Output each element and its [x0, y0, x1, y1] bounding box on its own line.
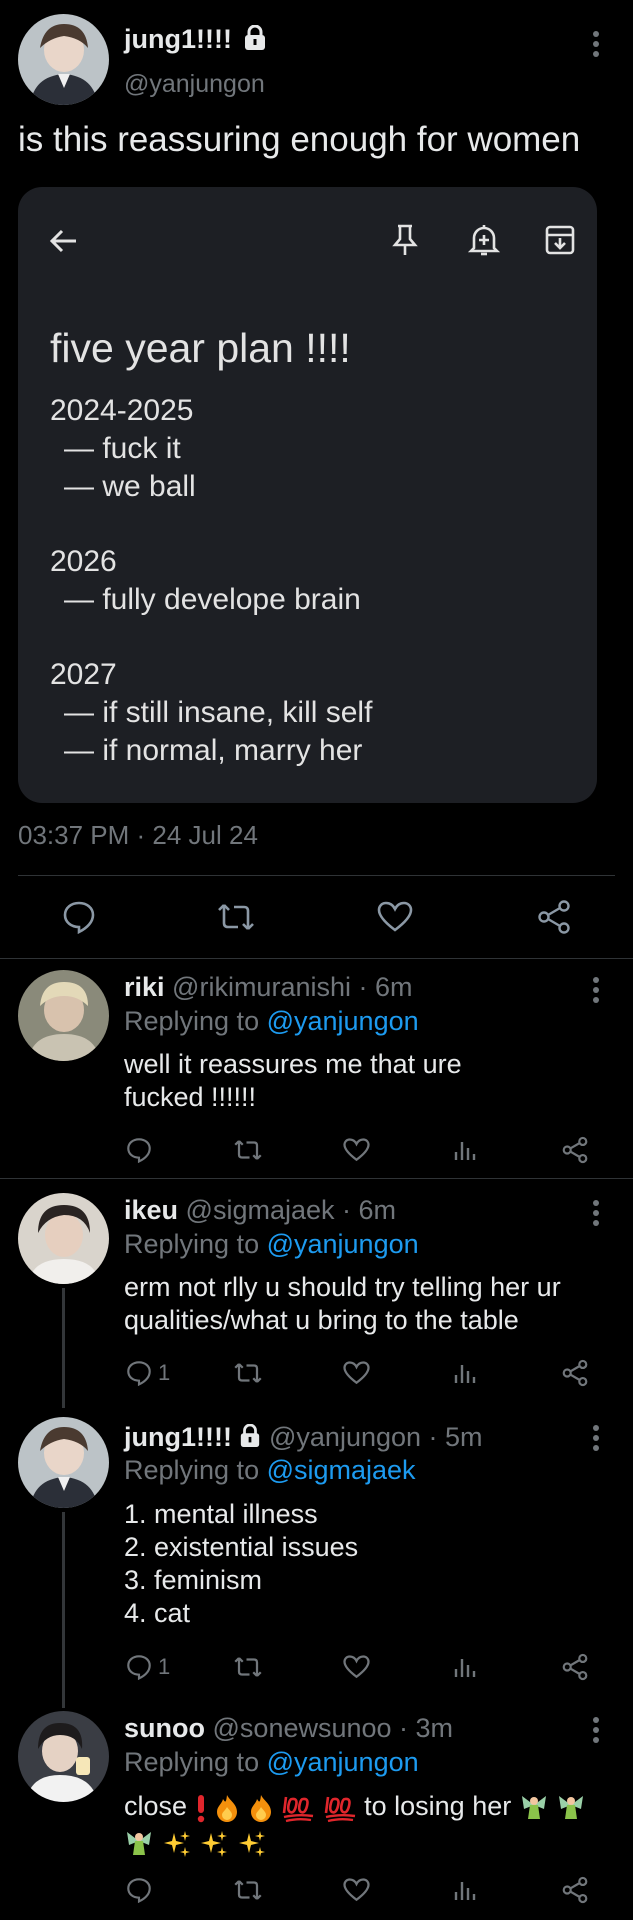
- more-vertical-icon[interactable]: [584, 1199, 608, 1227]
- views-icon[interactable]: [454, 1138, 478, 1162]
- more-vertical-icon[interactable]: [584, 1716, 608, 1744]
- reply-author-name[interactable]: riki: [124, 972, 165, 1002]
- avatar[interactable]: [18, 1711, 109, 1802]
- note-line: 2027: [50, 658, 117, 691]
- thread-connector: [62, 1512, 65, 1708]
- reply-meta[interactable]: jung1!!!! @yanjungon · 5m: [124, 1422, 483, 1453]
- retweet-icon[interactable]: [233, 1361, 263, 1385]
- heart-icon[interactable]: [343, 1138, 370, 1162]
- attached-note-image[interactable]: five year plan !!!! 2024-2025 — fuck it …: [18, 187, 597, 803]
- fairy-emoji: [521, 1795, 546, 1819]
- reply-handle-time: @yanjungon · 5m: [269, 1422, 483, 1452]
- reply-count: 1: [158, 1654, 171, 1679]
- views-icon[interactable]: [454, 1361, 478, 1385]
- share-icon[interactable]: [561, 1359, 589, 1387]
- lock-icon: [245, 24, 266, 50]
- reply-meta[interactable]: ikeu @sigmajaek · 6m: [124, 1195, 396, 1226]
- share-icon[interactable]: [561, 1653, 589, 1681]
- reply-icon[interactable]: [126, 1877, 152, 1903]
- note-line: — fuck it: [64, 432, 181, 465]
- fairy-emoji: [559, 1795, 584, 1819]
- replying-to-link[interactable]: @yanjungon: [267, 1747, 419, 1777]
- views-icon[interactable]: [454, 1655, 478, 1679]
- fire-emoji: [250, 1794, 271, 1822]
- thread-connector: [62, 1288, 65, 1408]
- reply-handle-time: @rikimuranishi · 6m: [172, 972, 413, 1002]
- reply-icon[interactable]: [126, 1360, 152, 1386]
- views-icon[interactable]: [454, 1878, 478, 1902]
- pin-icon: [392, 224, 418, 255]
- divider: [18, 875, 615, 876]
- replying-to: Replying to @yanjungon: [124, 1747, 419, 1777]
- sparkles-emoji: [163, 1830, 190, 1857]
- replying-to-link[interactable]: @yanjungon: [267, 1229, 419, 1259]
- avatar[interactable]: [18, 1417, 109, 1508]
- reply-author-name[interactable]: sunoo: [124, 1713, 205, 1743]
- share-icon[interactable]: [561, 1136, 589, 1164]
- replying-to-link[interactable]: @yanjungon: [267, 1006, 419, 1036]
- share-icon[interactable]: [561, 1876, 589, 1904]
- reply-icon[interactable]: [126, 1137, 152, 1163]
- note-line: — if still insane, kill self: [64, 696, 373, 729]
- hundred-points-emoji: [324, 1796, 355, 1823]
- divider: [0, 958, 633, 959]
- exclamation-emoji: [197, 1794, 204, 1823]
- reply-icon[interactable]: [126, 1654, 152, 1680]
- author-handle[interactable]: @yanjungon: [124, 70, 265, 99]
- reply-text: close to losing her: [124, 1788, 586, 1860]
- reply-text: 1. mental illness 2. existential issues …: [124, 1499, 359, 1628]
- retweet-icon[interactable]: [233, 1878, 263, 1902]
- reply-count: 1: [158, 1360, 171, 1385]
- fire-emoji: [217, 1794, 238, 1822]
- reply-handle-time: @sigmajaek · 6m: [185, 1195, 397, 1225]
- note-line: — we ball: [64, 470, 196, 503]
- retweet-icon[interactable]: [233, 1138, 263, 1162]
- heart-icon[interactable]: [343, 1878, 370, 1902]
- replying-to: Replying to @yanjungon: [124, 1229, 419, 1259]
- replying-to: Replying to @yanjungon: [124, 1006, 419, 1036]
- heart-icon[interactable]: [377, 901, 413, 933]
- reply-text: erm not rlly u should try telling her ur…: [124, 1272, 561, 1335]
- reply-handle-time: @sonewsunoo · 3m: [212, 1713, 454, 1743]
- retweet-icon[interactable]: [233, 1655, 263, 1679]
- heart-icon[interactable]: [343, 1655, 370, 1679]
- avatar[interactable]: [18, 970, 109, 1061]
- replying-to: Replying to @sigmajaek: [124, 1455, 416, 1485]
- sparkles-emoji: [238, 1830, 265, 1857]
- retweet-icon[interactable]: [216, 901, 256, 933]
- hundred-points-emoji: [282, 1796, 314, 1823]
- note-title: five year plan !!!!: [50, 325, 351, 371]
- archive-icon: [545, 225, 575, 255]
- more-vertical-icon[interactable]: [584, 30, 608, 58]
- share-icon[interactable]: [536, 899, 572, 935]
- reply-icon[interactable]: [62, 900, 96, 934]
- note-line: — fully develope brain: [64, 583, 361, 616]
- reply-author-name[interactable]: jung1!!!!: [124, 1422, 232, 1452]
- replying-to-link[interactable]: @sigmajaek: [267, 1455, 416, 1485]
- reply-author-name[interactable]: ikeu: [124, 1195, 178, 1225]
- fairy-emoji: [127, 1831, 151, 1855]
- reply-text: well it reassures me that ure fucked !!!…: [124, 1049, 462, 1112]
- arrow-back-icon: [49, 229, 76, 253]
- reply-meta[interactable]: sunoo @sonewsunoo · 3m: [124, 1713, 453, 1744]
- more-vertical-icon[interactable]: [584, 1424, 608, 1452]
- sparkles-emoji: [201, 1830, 228, 1857]
- reply-meta[interactable]: riki @rikimuranishi · 6m: [124, 972, 413, 1003]
- note-line: 2026: [50, 545, 117, 578]
- avatar[interactable]: [18, 1193, 109, 1284]
- author-name[interactable]: jung1!!!!: [124, 24, 267, 55]
- note-line: — if normal, marry her: [64, 734, 363, 767]
- heart-icon[interactable]: [343, 1361, 370, 1385]
- add-reminder-icon: [468, 225, 500, 256]
- note-line: 2024-2025: [50, 394, 194, 427]
- lock-icon: [241, 1423, 260, 1447]
- tweet-text: is this reassuring enough for women: [18, 120, 581, 159]
- avatar[interactable]: [18, 14, 109, 105]
- divider: [0, 1178, 633, 1179]
- more-vertical-icon[interactable]: [584, 976, 608, 1004]
- tweet-timestamp: 03:37 PM · 24 Jul 24: [18, 820, 258, 850]
